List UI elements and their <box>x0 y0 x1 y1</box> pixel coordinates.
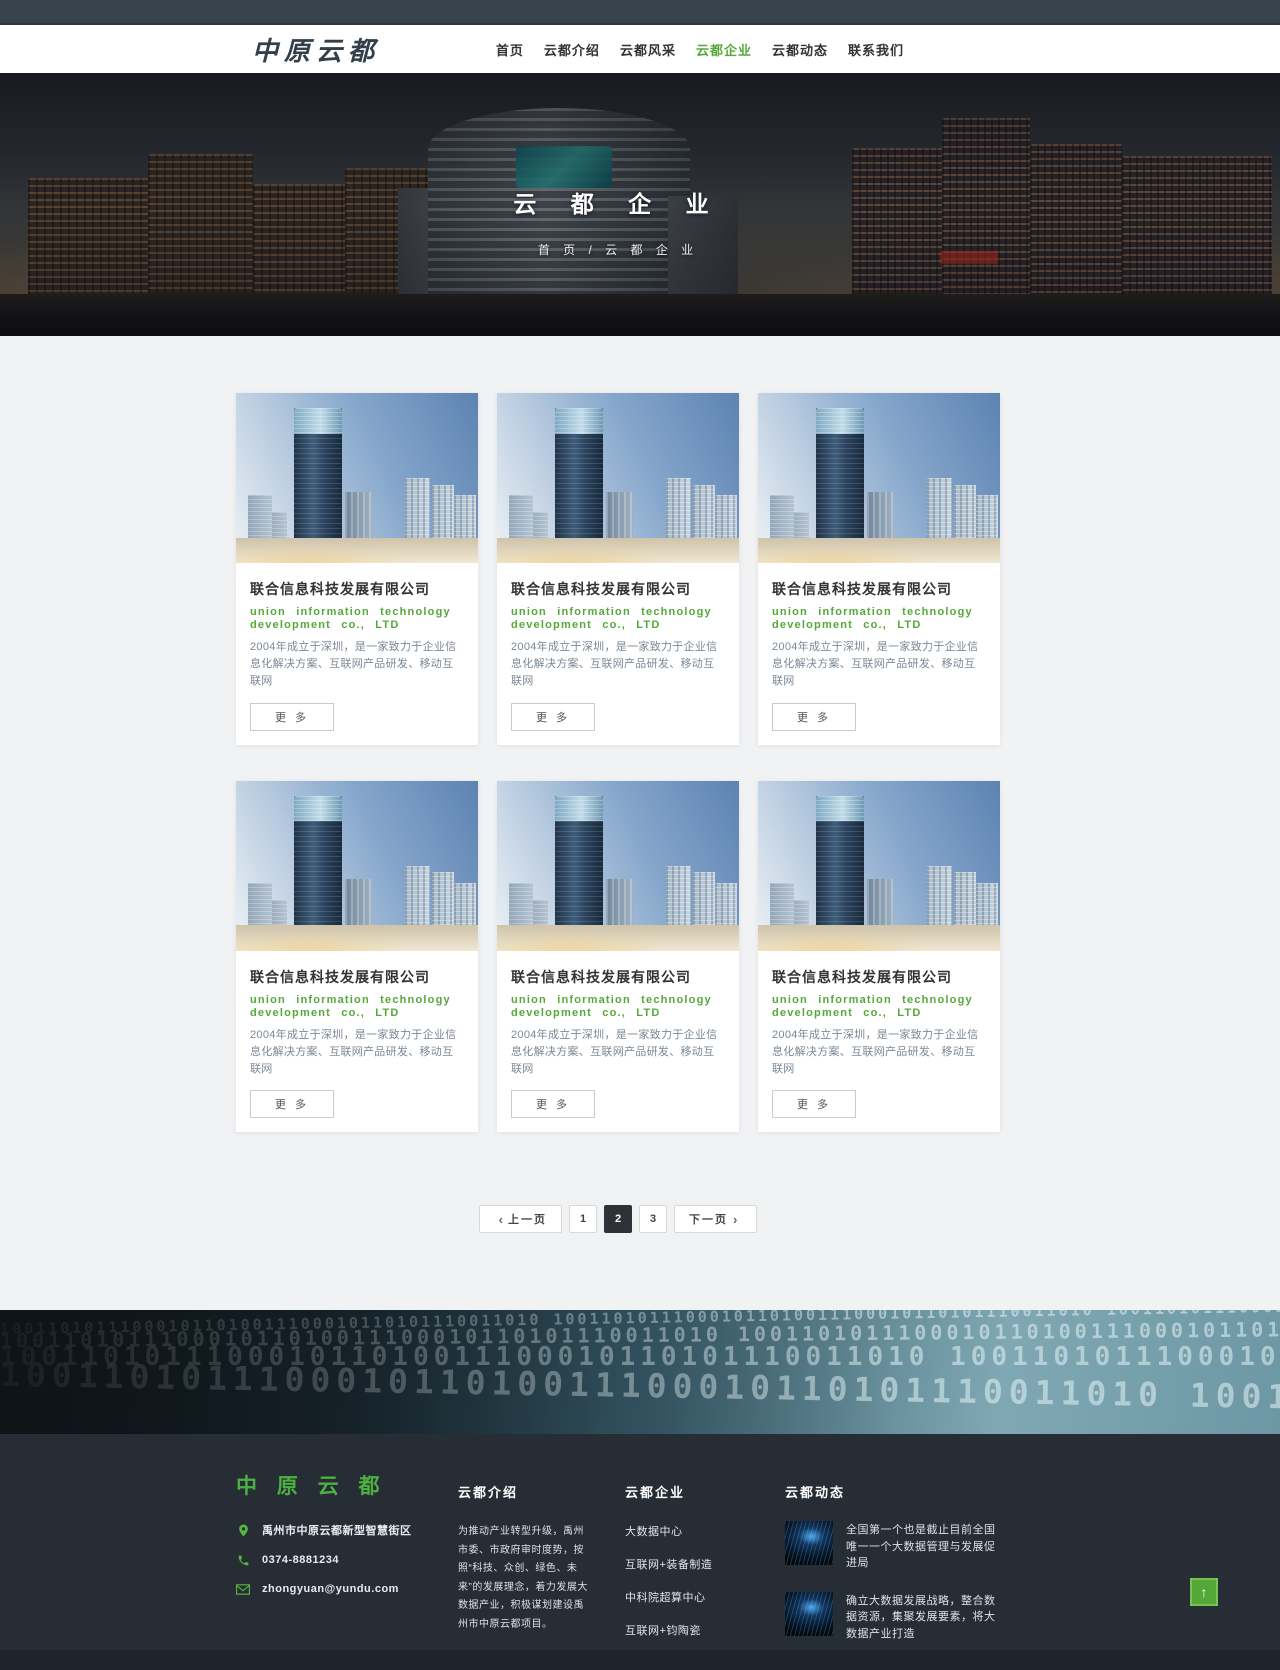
nav-item-enterprise[interactable]: 云都企业 <box>696 40 752 59</box>
nav-item-news[interactable]: 云都动态 <box>772 40 828 59</box>
company-name: 联合信息科技发展有限公司 <box>511 968 691 985</box>
company-description: 2004年成立于深圳，是一家致力于企业信息化解决方案、互联网产品研发、移动互联网 <box>511 1028 718 1075</box>
company-image <box>758 780 1000 951</box>
footer-news-item[interactable]: 确立大数据发展战略，整合数据资源，集聚发展要素，将大数据产业打造 <box>785 1591 1000 1643</box>
company-name: 联合信息科技发展有限公司 <box>250 968 430 985</box>
company-description: 2004年成立于深圳，是一家致力于企业信息化解决方案、互联网产品研发、移动互联网 <box>772 641 979 688</box>
footer-brand: 中 原 云 都 <box>236 1475 387 1499</box>
chevron-right-icon: › <box>733 1211 738 1227</box>
pagination-page-3[interactable]: 3 <box>639 1205 667 1234</box>
company-image <box>497 393 739 563</box>
company-image <box>758 393 1000 563</box>
nav-item-contact[interactable]: 联系我们 <box>848 40 904 59</box>
company-name-en: union information technology development… <box>511 993 712 1019</box>
footer-bottom-bar <box>0 1650 1280 1670</box>
company-name-en: union information technology development… <box>772 606 973 632</box>
pagination: ‹ 上一页 1 2 3 下一页 › <box>236 1205 1000 1234</box>
company-name-en: union information technology development… <box>511 606 712 632</box>
company-grid: 联合信息科技发展有限公司 union information technolog… <box>236 393 1000 1133</box>
company-image <box>497 780 739 951</box>
phone-icon <box>236 1553 250 1567</box>
company-name: 联合信息科技发展有限公司 <box>772 968 952 985</box>
company-description: 2004年成立于深圳，是一家致力于企业信息化解决方案、互联网产品研发、移动互联网 <box>511 641 718 688</box>
more-button[interactable]: 更 多 <box>772 1090 856 1119</box>
footer-about-text: 为推动产业转型升级，禹州市委、市政府审时度势，按照“科技、众创、绿色、未来”的发… <box>458 1526 588 1630</box>
company-description: 2004年成立于深圳，是一家致力于企业信息化解决方案、互联网产品研发、移动互联网 <box>250 1028 457 1075</box>
footer-phone-row: 0374-8881234 <box>236 1553 458 1567</box>
nav-menu: 首页 云都介绍 云都风采 云都企业 云都动态 联系我们 <box>496 40 904 59</box>
news-text: 确立大数据发展战略，整合数据资源，集聚发展要素，将大数据产业打造 <box>846 1594 996 1640</box>
company-description: 2004年成立于深圳，是一家致力于企业信息化解决方案、互联网产品研发、移动互联网 <box>250 641 457 688</box>
more-button[interactable]: 更 多 <box>772 702 856 731</box>
news-text: 全国第一个也是截止目前全国唯一一个大数据管理与发展促进局 <box>846 1524 996 1570</box>
main-content: 联合信息科技发展有限公司 union information technolog… <box>0 336 1280 1311</box>
company-name: 联合信息科技发展有限公司 <box>511 581 691 597</box>
more-button[interactable]: 更 多 <box>511 702 595 731</box>
company-name-en: union information technology development… <box>250 606 451 632</box>
footer-link-ceramics[interactable]: 互联网+钧陶瓷 <box>625 1622 750 1638</box>
company-card[interactable]: 联合信息科技发展有限公司 union information technolog… <box>758 780 1000 1133</box>
pagination-page-2-active[interactable]: 2 <box>604 1205 632 1234</box>
company-name-en: union information technology development… <box>250 993 451 1019</box>
company-name-en: union information technology development… <box>772 993 973 1019</box>
chevron-left-icon: ‹ <box>498 1211 503 1227</box>
company-card[interactable]: 联合信息科技发展有限公司 union information technolog… <box>497 393 739 745</box>
location-pin-icon <box>236 1523 250 1537</box>
news-thumbnail <box>785 1591 833 1636</box>
footer-news-item[interactable]: 全国第一个也是截止目前全国唯一一个大数据管理与发展促进局 <box>785 1521 1000 1572</box>
more-button[interactable]: 更 多 <box>250 702 334 731</box>
nav-item-home[interactable]: 首页 <box>496 40 524 59</box>
company-image <box>236 393 478 563</box>
page-title: 云 都 企 业 <box>513 191 723 217</box>
company-card[interactable]: 联合信息科技发展有限公司 union information technolog… <box>236 393 478 745</box>
footer-email: zhongyuan@yundu.com <box>262 1583 399 1596</box>
company-description: 2004年成立于深圳，是一家致力于企业信息化解决方案、互联网产品研发、移动互联网 <box>772 1028 979 1075</box>
hero-banner: 云 都 企 业 首 页 / 云 都 企 业 <box>0 73 1280 336</box>
footer-email-row[interactable]: zhongyuan@yundu.com <box>236 1582 458 1596</box>
back-to-top-button[interactable]: ↑ <box>1190 1578 1218 1606</box>
footer-address: 禹州市中原云都新型智慧街区 <box>262 1525 412 1538</box>
breadcrumb[interactable]: 首 页 / 云 都 企 业 <box>0 241 1258 258</box>
footer-about-heading: 云都介绍 <box>458 1485 519 1501</box>
nav-item-intro[interactable]: 云都介绍 <box>544 40 600 59</box>
pagination-prev-button[interactable]: ‹ 上一页 <box>478 1205 562 1234</box>
news-thumbnail <box>785 1521 833 1566</box>
footer-link-bigdata-center[interactable]: 大数据中心 <box>625 1523 750 1539</box>
company-card[interactable]: 联合信息科技发展有限公司 union information technolog… <box>758 393 1000 745</box>
footer-link-equipment[interactable]: 互联网+装备制造 <box>625 1556 750 1572</box>
site-logo[interactable]: 中原云都 <box>252 31 380 68</box>
company-name: 联合信息科技发展有限公司 <box>772 581 952 597</box>
main-navigation: 中原云都 首页 云都介绍 云都风采 云都企业 云都动态 联系我们 <box>0 25 1280 73</box>
footer-address-row: 禹州市中原云都新型智慧街区 <box>236 1522 458 1538</box>
mail-icon <box>236 1582 250 1596</box>
company-card[interactable]: 联合信息科技发展有限公司 union information technolog… <box>236 780 478 1133</box>
company-name: 联合信息科技发展有限公司 <box>250 581 430 597</box>
footer: 中 原 云 都 禹州市中原云都新型智慧街区 0374-8881234 zhong… <box>0 1434 1280 1651</box>
pagination-next-button[interactable]: 下一页 › <box>674 1205 758 1234</box>
footer-link-supercomputing[interactable]: 中科院超算中心 <box>625 1589 750 1605</box>
company-card[interactable]: 联合信息科技发展有限公司 union information technolog… <box>497 780 739 1133</box>
nav-item-style[interactable]: 云都风采 <box>620 40 676 59</box>
binary-banner-shade <box>0 1310 1280 1435</box>
footer-enterprises-heading: 云都企业 <box>625 1485 686 1501</box>
more-button[interactable]: 更 多 <box>511 1090 595 1119</box>
arrow-up-icon: ↑ <box>1200 1584 1208 1600</box>
more-button[interactable]: 更 多 <box>250 1090 334 1119</box>
top-bar <box>0 0 1280 25</box>
binary-banner: 1001101011100010110100111000101101011100… <box>0 1310 1280 1435</box>
footer-news-heading: 云都动态 <box>785 1485 846 1501</box>
footer-phone: 0374-8881234 <box>262 1554 339 1567</box>
pagination-page-1[interactable]: 1 <box>569 1205 597 1234</box>
company-image <box>236 780 478 951</box>
